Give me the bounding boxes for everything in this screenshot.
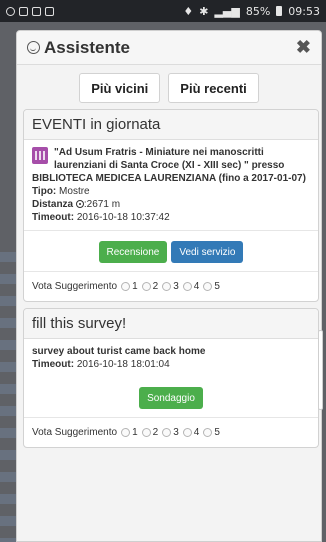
action-buttons: Sondaggio	[24, 377, 318, 417]
timeout-value: 2016-10-18 10:37:42	[76, 212, 170, 223]
radio-2[interactable]	[141, 428, 151, 437]
modal-footer	[17, 483, 321, 541]
type-label: Tipo:	[32, 186, 57, 197]
timeout-value: 2016-10-18 18:01:04	[76, 359, 170, 370]
radio-3[interactable]	[162, 282, 172, 291]
status-bar: ♦ ✱ ▂▄▆ 85% 09:53	[0, 0, 326, 22]
tab-most-recent[interactable]: Più recenti	[168, 73, 259, 103]
tab-nearest[interactable]: Più vicini	[79, 73, 161, 103]
tab-row: Più vicini Più recenti	[17, 65, 321, 109]
event-type: Tipo: Mostre	[32, 185, 310, 198]
event-header: "Ad Usum Fratris - Miniature nei manoscr…	[32, 146, 310, 172]
image-icon	[19, 6, 28, 16]
vote-row: Vota Suggerimento 1 2 3 4 5	[24, 271, 318, 301]
vote-option-4[interactable]: 4	[182, 281, 199, 292]
location-icon: ♦	[183, 4, 194, 18]
action-buttons: Recensione Vedi servizio	[24, 230, 318, 271]
smile-icon	[27, 41, 40, 54]
vote-option-2[interactable]: 2	[141, 281, 158, 292]
card-body: survey about turist came back home Timeo…	[24, 339, 318, 377]
review-button[interactable]: Recensione	[98, 241, 168, 263]
vote-option-3[interactable]: 3	[162, 427, 179, 438]
vote-option-3[interactable]: 3	[162, 281, 179, 292]
card-body: "Ad Usum Fratris - Miniature nei manoscr…	[24, 140, 318, 230]
radio-5[interactable]	[203, 428, 213, 437]
event-place: BIBLIOTECA MEDICEA LAURENZIANA (fino a 2…	[32, 173, 306, 184]
sync-icon	[6, 6, 15, 16]
target-icon	[75, 200, 84, 208]
vote-label: Vota Suggerimento	[32, 281, 118, 292]
bluetooth-icon: ✱	[199, 4, 209, 18]
modal-title-text: Assistente	[44, 37, 130, 57]
scrollbar-handle[interactable]	[318, 330, 323, 410]
modal-title: Assistente	[27, 38, 130, 58]
vote-option-4[interactable]: 4	[182, 427, 199, 438]
distance-value: :2671 m	[83, 199, 121, 210]
events-card: EVENTI in giornata "Ad Usum Fratris - Mi…	[23, 109, 319, 302]
event-name: "Ad Usum Fratris - Miniature nei manoscr…	[54, 147, 285, 171]
vote-option-1[interactable]: 1	[121, 281, 138, 292]
gallery-icon	[32, 6, 41, 16]
timeout-label: Timeout:	[32, 359, 75, 370]
vote-label: Vota Suggerimento	[32, 427, 118, 438]
radio-4[interactable]	[182, 282, 192, 291]
radio-1[interactable]	[121, 428, 131, 437]
survey-button[interactable]: Sondaggio	[139, 387, 203, 409]
type-value: Mostre	[59, 186, 90, 197]
timeout-label: Timeout:	[32, 212, 75, 223]
radio-1[interactable]	[121, 282, 131, 291]
vote-row: Vota Suggerimento 1 2 3 4 5	[24, 417, 318, 447]
vote-option-5[interactable]: 5	[203, 281, 220, 292]
card-title: EVENTI in giornata	[24, 110, 318, 140]
radio-4[interactable]	[182, 428, 192, 437]
radio-2[interactable]	[141, 282, 151, 291]
card-title: fill this survey!	[24, 309, 318, 339]
modal-header: Assistente ✖	[17, 31, 321, 65]
vote-option-5[interactable]: 5	[203, 427, 220, 438]
vote-option-2[interactable]: 2	[141, 427, 158, 438]
view-service-button[interactable]: Vedi servizio	[171, 241, 244, 263]
radio-3[interactable]	[162, 428, 172, 437]
survey-description: survey about turist came back home	[32, 346, 206, 357]
distance-label: Distanza	[32, 199, 74, 210]
system-icons: ♦ ✱ ▂▄▆ 85% 09:53	[183, 5, 320, 18]
battery-icon	[276, 6, 283, 16]
message-icon	[45, 6, 54, 16]
clock: 09:53	[288, 4, 320, 18]
close-icon[interactable]: ✖	[296, 37, 311, 58]
event-distance: Distanza :2671 m	[32, 198, 310, 211]
signal-icon: ▂▄▆	[214, 4, 240, 18]
notification-icons	[6, 6, 54, 16]
calendar-icon	[32, 147, 48, 164]
survey-card: fill this survey! survey about turist ca…	[23, 308, 319, 448]
assistant-modal: Assistente ✖ Più vicini Più recenti EVEN…	[16, 30, 322, 542]
vote-option-1[interactable]: 1	[121, 427, 138, 438]
survey-timeout: Timeout: 2016-10-18 18:01:04	[32, 358, 310, 371]
event-timeout: Timeout: 2016-10-18 10:37:42	[32, 211, 310, 224]
battery-percent: 85%	[245, 4, 271, 18]
radio-5[interactable]	[203, 282, 213, 291]
